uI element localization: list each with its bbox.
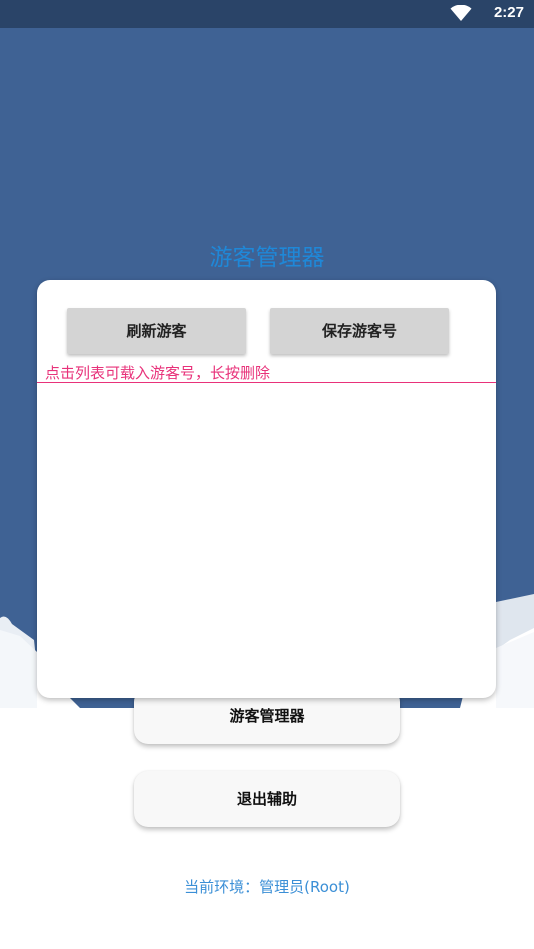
status-time: 2:27 (493, 4, 524, 21)
guest-manager-dialog: 刷新游客 保存游客号 点击列表可载入游客号，长按删除 (37, 280, 496, 698)
wifi-icon (450, 5, 472, 21)
guest-list[interactable] (37, 384, 496, 684)
environment-status: 当前环境：管理员(Root) (184, 878, 350, 896)
list-hint: 点击列表可载入游客号，长按删除 (45, 364, 271, 382)
hint-divider (37, 382, 496, 383)
screen: 2:27 游客管理器 游客管理器 退出辅助 当前环境：管理员(Root) 刷新游… (0, 0, 534, 949)
refresh-guests-button[interactable]: 刷新游客 (67, 308, 246, 354)
save-guest-button[interactable]: 保存游客号 (270, 308, 449, 354)
app-title: 游客管理器 (209, 245, 325, 271)
exit-assist-button[interactable]: 退出辅助 (134, 771, 400, 827)
status-bar: 2:27 (0, 0, 534, 28)
